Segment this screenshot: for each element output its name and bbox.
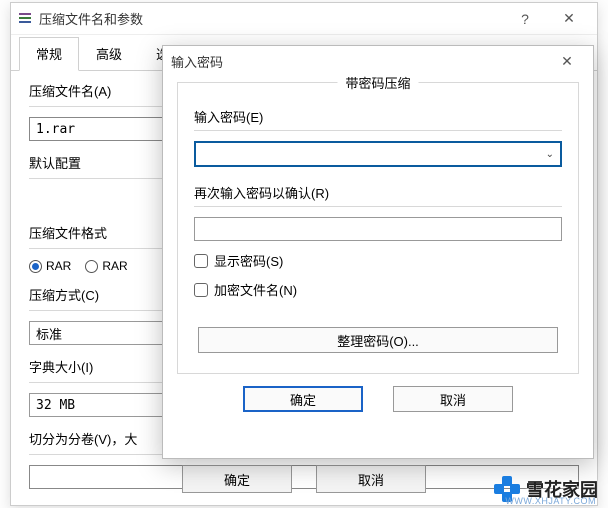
password-confirm-label: 再次输入密码以确认(R) <box>194 183 562 202</box>
radio-icon <box>29 260 42 273</box>
tab-advanced[interactable]: 高级 <box>79 37 139 70</box>
checkbox-icon <box>194 283 208 297</box>
password-label: 输入密码(E) <box>194 107 562 126</box>
watermark-url: WWW.XHJATY.COM <box>505 496 596 506</box>
modal-button-row: 确定 取消 <box>163 386 593 412</box>
help-button[interactable]: ? <box>503 5 547 33</box>
modal-ok-button[interactable]: 确定 <box>243 386 363 412</box>
radio-icon <box>85 260 98 273</box>
main-titlebar: 压缩文件名和参数 ? ✕ <box>11 3 597 35</box>
organize-passwords-button[interactable]: 整理密码(O)... <box>198 327 558 353</box>
format-radio-label: RAR <box>46 259 71 273</box>
modal-title: 输入密码 <box>171 52 549 71</box>
fieldset-legend: 带密码压缩 <box>337 73 418 92</box>
encrypt-names-checkbox[interactable]: 加密文件名(N) <box>194 280 562 299</box>
main-cancel-button[interactable]: 取消 <box>316 465 426 493</box>
modal-close-button[interactable]: ✕ <box>549 48 585 74</box>
password-confirm-input[interactable] <box>194 217 562 241</box>
format-radio-rar[interactable]: RAR <box>29 259 71 273</box>
checkbox-icon <box>194 254 208 268</box>
show-password-label: 显示密码(S) <box>214 251 283 270</box>
divider <box>194 130 562 131</box>
main-ok-button[interactable]: 确定 <box>182 465 292 493</box>
password-dialog: 输入密码 ✕ 带密码压缩 输入密码(E) ⌄ 再次输入密码以确认(R) 显示密码… <box>162 45 594 459</box>
chevron-down-icon[interactable]: ⌄ <box>546 149 554 160</box>
app-icon <box>17 11 33 27</box>
show-password-checkbox[interactable]: 显示密码(S) <box>194 251 562 270</box>
tab-general[interactable]: 常规 <box>19 37 79 71</box>
modal-cancel-button[interactable]: 取消 <box>393 386 513 412</box>
modal-titlebar: 输入密码 ✕ <box>163 46 593 76</box>
password-input[interactable]: ⌄ <box>194 141 562 167</box>
password-fieldset: 带密码压缩 输入密码(E) ⌄ 再次输入密码以确认(R) 显示密码(S) 加密文… <box>177 82 579 374</box>
main-title: 压缩文件名和参数 <box>39 9 503 28</box>
encrypt-names-label: 加密文件名(N) <box>214 280 297 299</box>
close-button[interactable]: ✕ <box>547 5 591 33</box>
divider <box>194 206 562 207</box>
format-radio-label: RAR <box>102 259 127 273</box>
format-radio-rar2[interactable]: RAR <box>85 259 127 273</box>
